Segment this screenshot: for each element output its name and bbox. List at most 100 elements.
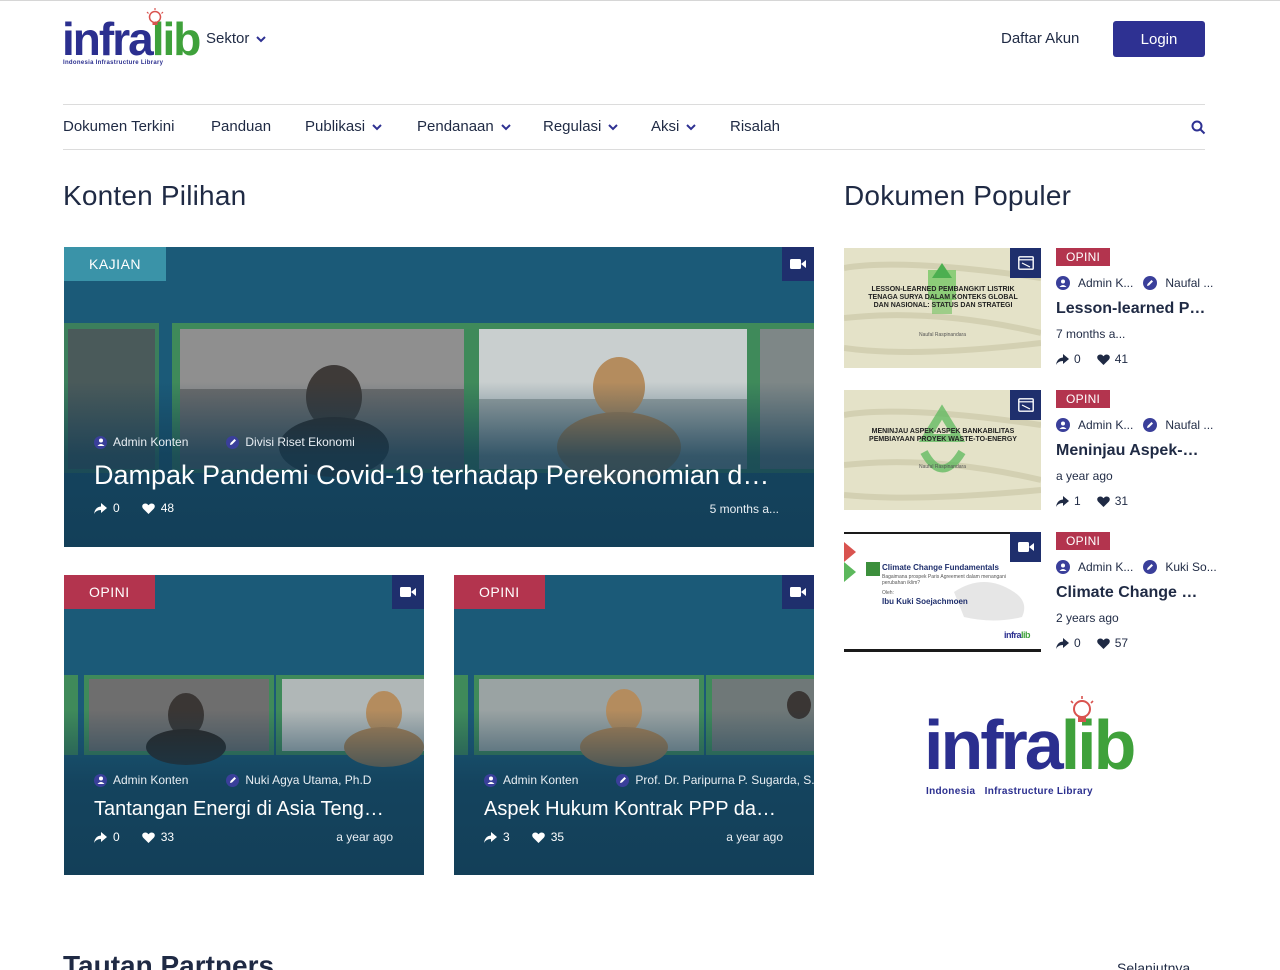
heart-icon[interactable]	[141, 502, 155, 514]
author-name: Admin Konten	[113, 435, 189, 449]
nav-item-risalah[interactable]: Risalah	[730, 118, 780, 135]
contributor-name: Naufal ...	[1165, 418, 1214, 432]
card-stats: 3 35	[484, 830, 564, 844]
featured-card[interactable]: OPINI Admin Konten Prof. Dr. Paripurna P…	[454, 575, 814, 875]
sektor-label: Sektor	[206, 30, 250, 47]
user-icon	[1056, 418, 1070, 432]
popular-stats: 0 57	[1056, 636, 1128, 650]
nav-item-regulasi[interactable]: Regulasi	[543, 118, 619, 135]
main-nav: Dokumen Terkini Panduan Publikasi Pendan…	[63, 104, 1206, 150]
heart-icon[interactable]	[531, 831, 545, 843]
share-icon[interactable]	[1056, 353, 1069, 365]
infralib-banner-logo[interactable]: infralib Indonesia Infrastructure Librar…	[924, 696, 1136, 802]
pencil-icon	[1143, 276, 1158, 290]
popular-stats: 0 41	[1056, 352, 1128, 366]
banner-wordmark: infralib	[924, 706, 1136, 784]
share-count: 0	[1074, 636, 1081, 650]
card-meta: Admin Konten Divisi Riset Ekonomi	[94, 435, 355, 449]
nav-label: Panduan	[211, 118, 272, 135]
pencil-icon	[616, 773, 630, 787]
user-icon	[94, 773, 107, 787]
contributor-name: Prof. Dr. Paripurna P. Sugarda, S...	[635, 773, 814, 787]
heart-icon[interactable]	[1096, 495, 1110, 507]
category-tag: OPINI	[1056, 390, 1111, 408]
popular-title[interactable]: Meninjau Aspek-Aspek Bankabilitas	[1056, 442, 1206, 460]
nav-item-pendanaan[interactable]: Pendanaan	[417, 118, 512, 135]
video-camera-icon	[782, 575, 814, 609]
popular-stats: 1 31	[1056, 494, 1128, 508]
nav-item-publikasi[interactable]: Publikasi	[305, 118, 383, 135]
document-icon	[1010, 390, 1041, 420]
top-border	[0, 0, 1280, 1]
time-ago: a year ago	[726, 830, 783, 844]
time-ago: a year ago	[336, 830, 393, 844]
category-tag: OPINI	[454, 575, 545, 609]
chevron-down-icon	[608, 123, 619, 130]
time-ago: 5 months a...	[709, 502, 779, 516]
nav-item-panduan[interactable]: Panduan	[211, 118, 271, 135]
category-tag: KAJIAN	[64, 247, 167, 281]
like-count: 35	[550, 830, 565, 844]
document-cover-author: Naufal Raspinandara	[919, 332, 966, 338]
user-icon	[1056, 276, 1070, 290]
popular-title[interactable]: Climate Change Fundamentals	[1056, 584, 1206, 602]
card-meta: Admin Konten Nuki Agya Utama, Ph.D	[94, 773, 371, 787]
login-button[interactable]: Login	[1113, 21, 1205, 57]
pencil-icon	[226, 435, 240, 449]
slide-subtitle: Bagaimana prospek Paris Agreement dalam …	[882, 574, 1006, 586]
popular-title[interactable]: Lesson-learned Pembangkit Listrik	[1056, 300, 1206, 318]
video-camera-icon	[782, 247, 814, 281]
nav-item-dokumen-terkini[interactable]: Dokumen Terkini	[63, 118, 174, 135]
nav-label: Dokumen Terkini	[63, 118, 175, 135]
card-meta: Admin Konten Prof. Dr. Paripurna P. Suga…	[484, 773, 814, 787]
pencil-icon	[1143, 418, 1158, 432]
popular-meta: Admin K... Naufal ...	[1056, 276, 1213, 290]
partners-heading: Tautan Partners	[63, 950, 275, 970]
share-icon[interactable]	[1056, 495, 1069, 507]
time-ago: 2 years ago	[1056, 611, 1119, 625]
video-camera-icon	[392, 575, 424, 609]
like-count: 41	[1114, 352, 1129, 366]
card-stats: 0 48	[94, 501, 174, 515]
gradient-overlay	[454, 710, 814, 875]
chevron-down-icon	[501, 123, 511, 130]
search-icon[interactable]	[1191, 120, 1206, 135]
author-name: Admin K...	[1078, 418, 1134, 432]
share-icon[interactable]	[94, 831, 107, 843]
category-tag: OPINI	[64, 575, 155, 609]
featured-card[interactable]: OPINI Admin Konten Nuki Agya Utama, Ph.D…	[64, 575, 424, 875]
sektor-dropdown[interactable]: Sektor	[206, 30, 267, 47]
card-title[interactable]: Dampak Pandemi Covid-19 terhadap Perekon…	[94, 458, 784, 492]
featured-card-main[interactable]: KAJIAN Admin Konten Divisi Riset Ekonomi…	[64, 247, 814, 547]
popular-thumbnail[interactable]: MENINJAU ASPEK-ASPEK BANKABILITAS PEMBIA…	[844, 390, 1041, 510]
share-icon[interactable]	[1056, 637, 1069, 649]
video-camera-icon	[1010, 532, 1041, 562]
popular-heading: Dokumen Populer	[844, 180, 1072, 211]
heart-icon[interactable]	[1096, 637, 1110, 649]
popular-thumbnail[interactable]: Climate Change Fundamentals Bagaimana pr…	[844, 532, 1041, 652]
logo[interactable]: infralib Indonesia Infrastructure Librar…	[62, 8, 201, 68]
nav-label: Aksi	[651, 118, 680, 135]
time-ago: 7 months a...	[1056, 327, 1126, 341]
popular-thumbnail[interactable]: LESSON-LEARNED PEMBANGKIT LISTRIK TENAGA…	[844, 248, 1041, 368]
nav-label: Risalah	[730, 118, 781, 135]
like-count: 31	[1114, 494, 1129, 508]
nav-item-aksi[interactable]: Aksi	[651, 118, 697, 135]
logo-wordmark: infralib	[62, 13, 201, 65]
chevron-down-icon	[686, 123, 697, 130]
share-count: 3	[503, 830, 510, 844]
card-title[interactable]: Tantangan Energi di Asia Tenggara	[94, 796, 394, 822]
share-icon[interactable]	[94, 502, 107, 514]
heart-icon[interactable]	[1096, 353, 1110, 365]
share-icon[interactable]	[484, 831, 497, 843]
heart-icon[interactable]	[141, 831, 155, 843]
slide-logo: infralib	[1004, 630, 1031, 640]
register-link[interactable]: Daftar Akun	[1001, 30, 1079, 47]
card-title[interactable]: Aspek Hukum Kontrak PPP dan Risiko	[484, 796, 784, 822]
see-more-link[interactable]: Selanjutnya	[1117, 960, 1190, 970]
card-stats: 0 33	[94, 830, 174, 844]
nav-label: Regulasi	[543, 118, 602, 135]
banner-tagline: Indonesia Infrastructure Library	[926, 786, 1093, 797]
contributor-name: Naufal ...	[1165, 276, 1214, 290]
time-ago: a year ago	[1056, 469, 1113, 483]
